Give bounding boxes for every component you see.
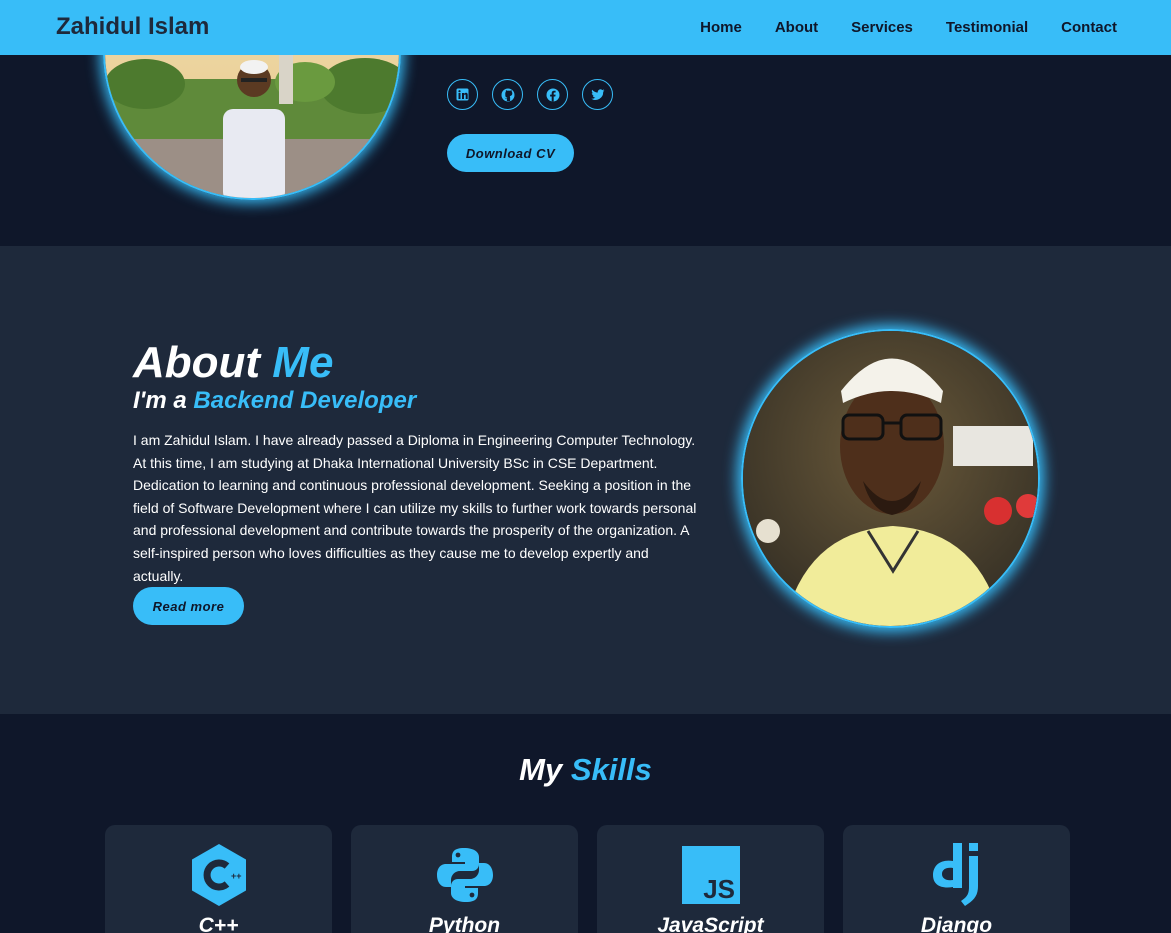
skills-title: My Skills xyxy=(0,752,1171,788)
skill-card-python: Python xyxy=(351,825,578,933)
main-nav: Home About Services Testimonial Contact xyxy=(700,19,1117,36)
cplusplus-icon: ++ xyxy=(189,844,249,906)
facebook-icon[interactable] xyxy=(537,79,568,110)
svg-text:++: ++ xyxy=(231,871,242,881)
skills-title-accent: Skills xyxy=(570,752,652,787)
about-subtitle: I'm a Backend Developer xyxy=(133,387,416,415)
github-icon[interactable] xyxy=(492,79,523,110)
nav-home[interactable]: Home xyxy=(700,19,742,36)
about-subtitle-role: Backend Developer xyxy=(193,387,417,414)
python-icon xyxy=(435,845,495,905)
skill-card-django: Django xyxy=(843,825,1070,933)
nav-services[interactable]: Services xyxy=(851,19,913,36)
django-icon xyxy=(927,843,987,906)
about-profile-photo xyxy=(741,329,1040,628)
about-description: I am Zahidul Islam. I have already passe… xyxy=(133,432,697,584)
about-title-accent: Me xyxy=(272,338,334,387)
nav-testimonial[interactable]: Testimonial xyxy=(946,19,1028,36)
skill-name: Python xyxy=(428,914,501,933)
twitter-icon[interactable] xyxy=(582,79,613,110)
site-logo[interactable]: Zahidul Islam xyxy=(56,13,209,41)
skills-title-text: My xyxy=(519,752,571,787)
about-subtitle-text: I'm a xyxy=(133,387,194,414)
svg-text:JS: JS xyxy=(703,874,735,904)
download-cv-button[interactable]: Download CV xyxy=(447,134,574,172)
about-title-text: About xyxy=(133,338,273,387)
social-links xyxy=(447,79,613,110)
site-header: Zahidul Islam Home About Services Testim… xyxy=(0,0,1171,55)
skill-name: C++ xyxy=(198,914,239,933)
nav-contact[interactable]: Contact xyxy=(1061,19,1117,36)
nav-about[interactable]: About xyxy=(775,19,818,36)
about-section: About Me I'm a Backend Developer I am Za… xyxy=(0,246,1171,714)
linkedin-icon[interactable] xyxy=(447,79,478,110)
skill-card-cpp: ++ C++ xyxy=(105,825,332,933)
skill-cards: ++ C++ Python JS JavaScript Django xyxy=(105,825,1070,933)
skill-name: JavaScript xyxy=(657,914,764,933)
javascript-icon: JS xyxy=(681,845,741,905)
read-more-button[interactable]: Read more xyxy=(133,587,244,625)
about-title: About Me xyxy=(133,338,333,388)
skill-name: Django xyxy=(920,914,993,933)
skill-card-javascript: JS JavaScript xyxy=(597,825,824,933)
skills-section: My Skills ++ C++ Python JS JavaScript Dj… xyxy=(0,714,1171,933)
